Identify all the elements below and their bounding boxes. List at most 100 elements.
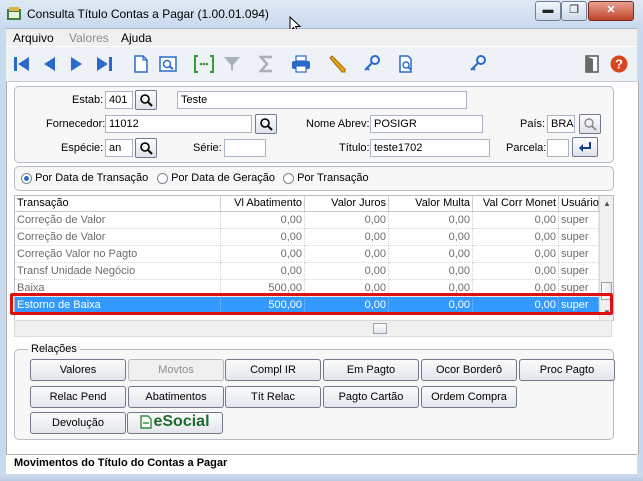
esocial-label: eSocial xyxy=(153,413,210,430)
relacoes-button-pagto-cart-o[interactable]: Pagto Cartão xyxy=(323,386,419,408)
exit-door-icon[interactable] xyxy=(580,52,604,76)
nome-abrev-field[interactable]: POSIGR xyxy=(370,115,483,133)
especie-label: Espécie: xyxy=(61,142,104,154)
fornecedor-zoom-button[interactable] xyxy=(255,114,277,134)
nome-abrev-label: Nome Abrev: xyxy=(306,118,370,130)
document-search-icon[interactable] xyxy=(394,52,418,76)
radio-indicator xyxy=(283,172,294,184)
radio-label: Por Data de Geração xyxy=(171,172,276,184)
pencil-icon[interactable] xyxy=(325,52,349,76)
esocial-logo-icon xyxy=(140,415,153,429)
table-row[interactable]: Correção de Valor 0,00 0,00 0,00 0,00 super xyxy=(15,212,613,229)
relacoes-button-ocor-border[interactable]: Ocor Borderô xyxy=(421,359,517,381)
svg-text:?: ? xyxy=(615,57,623,72)
column-header[interactable]: Val Corr Monet xyxy=(473,196,559,211)
fornecedor-field[interactable]: 11012 xyxy=(105,115,252,133)
enter-button[interactable] xyxy=(572,137,598,157)
titulo-field[interactable]: teste1702 xyxy=(370,139,490,157)
relacoes-button-devolu-o[interactable]: Devolução xyxy=(30,412,126,434)
relacoes-button-em-pagto[interactable]: Em Pagto xyxy=(323,359,419,381)
next-icon[interactable] xyxy=(64,52,88,76)
table-cell: super xyxy=(559,229,599,246)
estab-field[interactable]: 401 xyxy=(105,91,133,109)
table-cell: 0,00 xyxy=(389,263,473,280)
column-header[interactable]: Valor Juros xyxy=(305,196,389,211)
menu-arquivo[interactable]: Arquivo xyxy=(13,31,54,45)
table-cell: 0,00 xyxy=(473,212,559,229)
table-row[interactable]: Correção Valor no Pagto 0,00 0,00 0,00 0,00 s… xyxy=(15,246,613,263)
relacoes-button-ordem-compra[interactable]: Ordem Compra xyxy=(421,386,517,408)
enter-arrow-icon xyxy=(579,142,591,152)
table-cell: 0,00 xyxy=(389,212,473,229)
esocial-button[interactable]: eSocial xyxy=(127,412,223,434)
maximize-button[interactable]: ❐ xyxy=(561,1,587,21)
table-cell: Correção Valor no Pagto xyxy=(15,246,221,263)
key-search-icon[interactable] xyxy=(466,52,490,76)
relacoes-button-t-t-relac[interactable]: Tít Relac xyxy=(225,386,321,408)
fornecedor-label: Fornecedor: xyxy=(46,118,106,130)
pais-field[interactable]: BRA xyxy=(547,115,575,133)
table-cell: super xyxy=(559,263,599,280)
table-cell: 0,00 xyxy=(305,246,389,263)
column-header[interactable]: Usuário xyxy=(559,196,599,211)
estab-name-field[interactable]: Teste xyxy=(177,91,467,109)
zoom-view-icon[interactable] xyxy=(156,52,180,76)
table-row[interactable]: Correção de Valor 0,00 0,00 0,00 0,00 super xyxy=(15,229,613,246)
radio-indicator xyxy=(21,172,32,184)
table-cell: Correção de Valor xyxy=(15,212,221,229)
radio-data-transacao[interactable]: Por Data de Transação xyxy=(21,172,148,184)
print-icon[interactable] xyxy=(289,52,313,76)
table-cell: 0,00 xyxy=(473,263,559,280)
titulo-label: Título: xyxy=(339,142,370,154)
column-header[interactable]: Transação xyxy=(15,196,221,211)
bracket-select-icon[interactable] xyxy=(192,52,216,76)
status-text: Movimentos do Título do Contas a Pagar xyxy=(14,457,228,469)
table-cell: 0,00 xyxy=(389,246,473,263)
minimize-button[interactable]: ▬ xyxy=(535,1,561,21)
pais-label: País: xyxy=(520,118,546,130)
last-icon[interactable] xyxy=(92,52,116,76)
relacoes-button-compl-ir[interactable]: Compl IR xyxy=(225,359,321,381)
relacoes-button-proc-pagto[interactable]: Proc Pagto xyxy=(519,359,615,381)
scroll-up-icon[interactable]: ▲ xyxy=(603,199,611,208)
table-cell: 0,00 xyxy=(221,246,305,263)
previous-icon[interactable] xyxy=(38,52,62,76)
sum-icon xyxy=(255,52,279,76)
radio-data-geracao[interactable]: Por Data de Geração xyxy=(157,172,275,184)
table-cell: 0,00 xyxy=(221,229,305,246)
serie-field[interactable] xyxy=(224,139,266,157)
relacoes-title: Relações xyxy=(28,343,80,355)
relacoes-button-relac-pend[interactable]: Relac Pend xyxy=(30,386,126,408)
search-icon xyxy=(140,142,153,155)
menu-ajuda[interactable]: Ajuda xyxy=(121,31,152,45)
table-cell: 0,00 xyxy=(473,246,559,263)
table-cell: Transf Unidade Negócio xyxy=(15,263,221,280)
help-icon[interactable]: ? xyxy=(607,52,631,76)
search-icon xyxy=(584,118,597,131)
especie-zoom-button[interactable] xyxy=(135,138,157,158)
radio-transacao[interactable]: Por Transação xyxy=(283,172,369,184)
key-icon[interactable] xyxy=(360,52,384,76)
menu-valores[interactable]: Valores xyxy=(69,31,109,45)
relacoes-button-valores[interactable]: Valores xyxy=(30,359,126,381)
horizontal-scrollbar[interactable] xyxy=(14,320,612,337)
table-cell: 0,00 xyxy=(221,212,305,229)
document-icon[interactable] xyxy=(129,52,153,76)
parcela-label: Parcela: xyxy=(506,142,547,154)
especie-field[interactable]: an xyxy=(105,139,133,157)
relacoes-button-abatimentos[interactable]: Abatimentos xyxy=(128,386,224,408)
column-header[interactable]: Vl Abatimento xyxy=(221,196,305,211)
pais-zoom-button[interactable] xyxy=(579,114,601,134)
table-cell: Correção de Valor xyxy=(15,229,221,246)
scroll-thumb[interactable] xyxy=(373,323,387,334)
radio-label: Por Data de Transação xyxy=(35,172,149,184)
table-cell: 0,00 xyxy=(305,212,389,229)
table-cell: 0,00 xyxy=(473,229,559,246)
estab-zoom-button[interactable] xyxy=(135,90,157,110)
table-row[interactable]: Transf Unidade Negócio 0,00 0,00 0,00 0,00 su… xyxy=(15,263,613,280)
first-icon[interactable] xyxy=(10,52,34,76)
close-button[interactable]: ✕ xyxy=(588,1,634,21)
column-header[interactable]: Valor Multa xyxy=(389,196,473,211)
table-cell: 0,00 xyxy=(221,263,305,280)
parcela-field[interactable] xyxy=(547,139,569,157)
